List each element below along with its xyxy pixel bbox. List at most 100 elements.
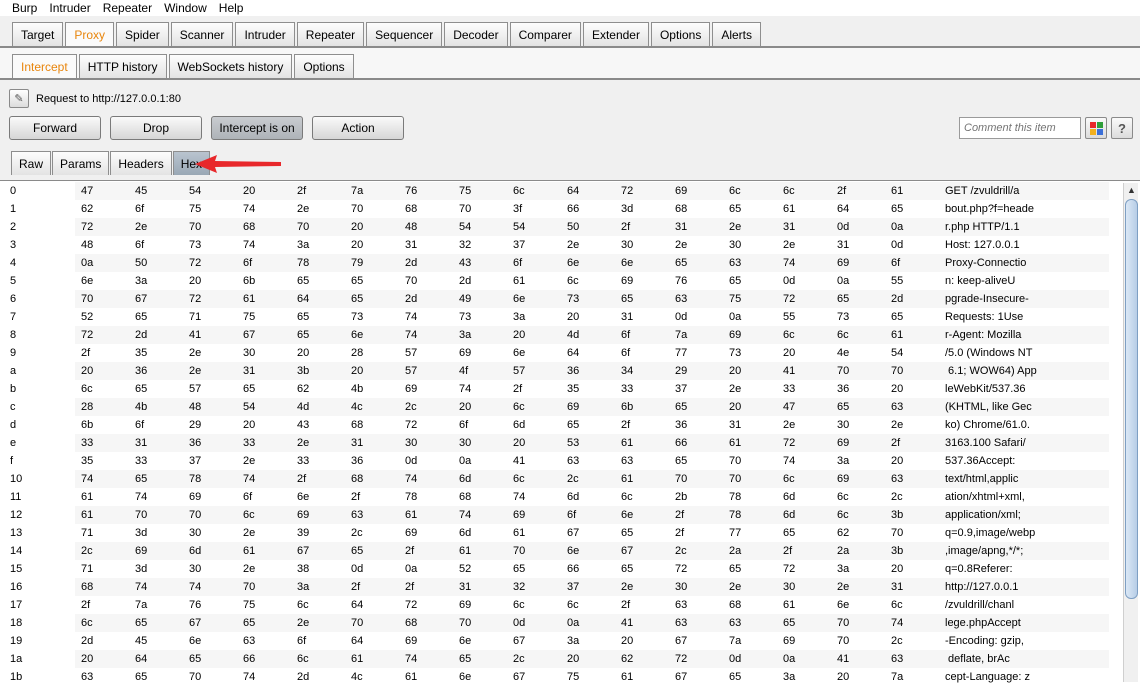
- hex-byte-cell[interactable]: 41: [507, 452, 561, 470]
- hex-byte-cell[interactable]: 2f: [615, 416, 669, 434]
- hex-byte-cell[interactable]: 74: [129, 578, 183, 596]
- menu-burp[interactable]: Burp: [0, 0, 41, 16]
- hex-byte-cell[interactable]: 6d: [507, 416, 561, 434]
- hex-byte-cell[interactable]: 63: [885, 470, 939, 488]
- hex-byte-cell[interactable]: 64: [129, 650, 183, 668]
- tab-sequencer[interactable]: Sequencer: [366, 22, 443, 46]
- hex-byte-cell[interactable]: 6c: [507, 470, 561, 488]
- hex-byte-cell[interactable]: 67: [291, 542, 345, 560]
- hex-byte-cell[interactable]: 64: [561, 344, 615, 362]
- hex-byte-cell[interactable]: 38: [291, 560, 345, 578]
- hex-byte-cell[interactable]: 74: [237, 236, 291, 254]
- hex-byte-cell[interactable]: 65: [777, 614, 831, 632]
- hex-byte-cell[interactable]: 63: [669, 290, 723, 308]
- hex-byte-cell[interactable]: 3a: [777, 668, 831, 686]
- hex-byte-cell[interactable]: 63: [669, 614, 723, 632]
- hex-byte-cell[interactable]: 6f: [885, 254, 939, 272]
- hex-byte-cell[interactable]: 68: [345, 470, 399, 488]
- hex-byte-cell[interactable]: 31: [615, 308, 669, 326]
- hex-byte-cell[interactable]: 61: [615, 434, 669, 452]
- hex-byte-cell[interactable]: 6c: [723, 182, 777, 200]
- hex-byte-cell[interactable]: 2f: [291, 182, 345, 200]
- hex-byte-cell[interactable]: 61: [399, 506, 453, 524]
- hex-byte-cell[interactable]: 69: [129, 542, 183, 560]
- hex-byte-cell[interactable]: 2f: [291, 470, 345, 488]
- hex-byte-cell[interactable]: 75: [723, 290, 777, 308]
- hex-byte-cell[interactable]: 20: [183, 272, 237, 290]
- hex-byte-cell[interactable]: 20: [561, 308, 615, 326]
- hex-byte-cell[interactable]: 2e: [669, 236, 723, 254]
- hex-byte-cell[interactable]: 65: [723, 200, 777, 218]
- hex-byte-cell[interactable]: 66: [237, 650, 291, 668]
- hex-byte-cell[interactable]: 43: [453, 254, 507, 272]
- hex-byte-cell[interactable]: 2e: [777, 416, 831, 434]
- tab-repeater[interactable]: Repeater: [296, 22, 365, 46]
- hex-byte-cell[interactable]: 20: [723, 398, 777, 416]
- hex-byte-cell[interactable]: 61: [615, 470, 669, 488]
- hex-row-ascii[interactable]: Requests: 1Use: [939, 308, 1109, 326]
- hex-byte-cell[interactable]: 77: [669, 344, 723, 362]
- hex-byte-cell[interactable]: 48: [399, 218, 453, 236]
- hex-row-ascii[interactable]: leWebKit/537.36: [939, 380, 1109, 398]
- hex-byte-cell[interactable]: 78: [723, 488, 777, 506]
- hex-byte-cell[interactable]: 63: [885, 398, 939, 416]
- hex-byte-cell[interactable]: 3b: [885, 542, 939, 560]
- hex-byte-cell[interactable]: 69: [831, 434, 885, 452]
- hex-byte-cell[interactable]: 61: [453, 542, 507, 560]
- hex-byte-cell[interactable]: 20: [507, 434, 561, 452]
- hex-byte-cell[interactable]: 2e: [291, 614, 345, 632]
- hex-byte-cell[interactable]: 70: [345, 200, 399, 218]
- hex-byte-cell[interactable]: 30: [669, 578, 723, 596]
- hex-byte-cell[interactable]: 2f: [345, 488, 399, 506]
- hex-byte-cell[interactable]: 2e: [129, 218, 183, 236]
- hex-byte-cell[interactable]: 72: [399, 596, 453, 614]
- hex-byte-cell[interactable]: 66: [561, 200, 615, 218]
- hex-byte-cell[interactable]: 41: [183, 326, 237, 344]
- hex-byte-cell[interactable]: 65: [291, 308, 345, 326]
- hex-byte-cell[interactable]: 6e: [615, 254, 669, 272]
- hex-row-ascii[interactable]: Host: 127.0.0.1: [939, 236, 1109, 254]
- highlight-color-button[interactable]: [1085, 117, 1107, 139]
- proxy-tab-websockets-history[interactable]: WebSockets history: [168, 54, 293, 78]
- hex-byte-cell[interactable]: 0d: [345, 560, 399, 578]
- hex-byte-cell[interactable]: 4c: [345, 668, 399, 686]
- hex-byte-cell[interactable]: 4b: [129, 398, 183, 416]
- hex-byte-cell[interactable]: 20: [885, 452, 939, 470]
- hex-byte-cell[interactable]: 76: [669, 272, 723, 290]
- hex-byte-cell[interactable]: 71: [75, 524, 129, 542]
- hex-byte-cell[interactable]: 65: [669, 398, 723, 416]
- hex-byte-cell[interactable]: 74: [453, 380, 507, 398]
- hex-byte-cell[interactable]: 0a: [453, 452, 507, 470]
- hex-byte-cell[interactable]: 20: [75, 362, 129, 380]
- hex-byte-cell[interactable]: 39: [291, 524, 345, 542]
- hex-row-ascii[interactable]: r-Agent: Mozilla: [939, 326, 1109, 344]
- scroll-up-arrow-icon[interactable]: ▲: [1125, 183, 1138, 197]
- hex-byte-cell[interactable]: 29: [669, 362, 723, 380]
- hex-byte-cell[interactable]: 61: [885, 326, 939, 344]
- hex-byte-cell[interactable]: 6e: [507, 344, 561, 362]
- hex-row-ascii[interactable]: 3163.100 Safari/: [939, 434, 1109, 452]
- hex-byte-cell[interactable]: 2e: [723, 578, 777, 596]
- hex-byte-cell[interactable]: 2c: [669, 542, 723, 560]
- hex-byte-cell[interactable]: 31: [345, 434, 399, 452]
- proxy-tab-options[interactable]: Options: [294, 54, 354, 78]
- hex-byte-cell[interactable]: 2e: [723, 218, 777, 236]
- hex-byte-cell[interactable]: 70: [183, 218, 237, 236]
- hex-byte-cell[interactable]: 65: [615, 524, 669, 542]
- hex-byte-cell[interactable]: 2c: [75, 542, 129, 560]
- hex-byte-cell[interactable]: 20: [507, 326, 561, 344]
- hex-byte-cell[interactable]: 31: [885, 578, 939, 596]
- hex-row-ascii[interactable]: /zvuldrill/chanl: [939, 596, 1109, 614]
- hex-byte-cell[interactable]: 61: [399, 668, 453, 686]
- hex-byte-cell[interactable]: 6e: [291, 488, 345, 506]
- hex-byte-cell[interactable]: 57: [183, 380, 237, 398]
- hex-byte-cell[interactable]: 0a: [561, 614, 615, 632]
- hex-byte-cell[interactable]: 31: [723, 416, 777, 434]
- hex-byte-cell[interactable]: 65: [237, 614, 291, 632]
- hex-byte-cell[interactable]: 65: [885, 308, 939, 326]
- hex-byte-cell[interactable]: 67: [507, 668, 561, 686]
- hex-byte-cell[interactable]: 61: [723, 434, 777, 452]
- hex-byte-cell[interactable]: 73: [723, 344, 777, 362]
- hex-byte-cell[interactable]: 6f: [615, 326, 669, 344]
- hex-byte-cell[interactable]: 65: [183, 650, 237, 668]
